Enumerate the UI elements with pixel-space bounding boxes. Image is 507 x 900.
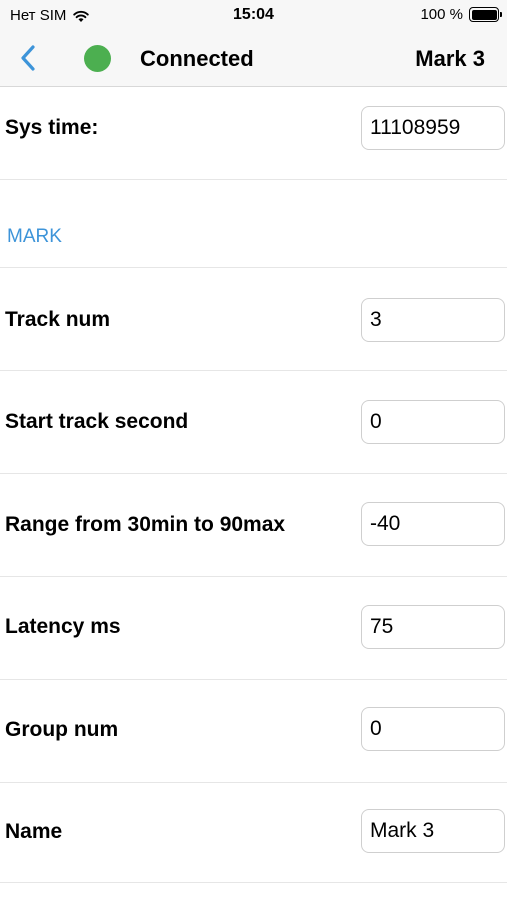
section-header-mark: MARK: [7, 226, 62, 247]
start-track-second-label: Start track second: [5, 410, 189, 433]
latency-row: Latency ms: [0, 577, 507, 680]
start-track-second-field[interactable]: [361, 400, 505, 444]
screen: Нет SIM 15:04 100 % Connected Mark 3 Sys…: [0, 0, 507, 900]
chevron-left-icon: [21, 45, 35, 71]
connection-status-label: Connected: [140, 46, 254, 71]
start-track-second-row: Start track second: [0, 371, 507, 474]
name-label: Name: [5, 820, 63, 843]
track-num-field[interactable]: [361, 298, 505, 342]
track-num-label: Track num: [5, 308, 111, 331]
latency-label: Latency ms: [5, 615, 121, 638]
page-title: Mark 3: [415, 46, 485, 71]
range-row: Range from 30min to 90max: [0, 474, 507, 577]
sys-time-field[interactable]: [361, 106, 505, 150]
back-button[interactable]: [12, 42, 44, 74]
connection-status-dot: [84, 45, 111, 72]
battery-indicator: 100 %: [420, 6, 502, 23]
battery-icon: [469, 7, 502, 22]
range-field[interactable]: [361, 502, 505, 546]
name-row: Name: [0, 783, 507, 883]
name-field[interactable]: [361, 809, 505, 853]
group-num-row: Group num: [0, 680, 507, 783]
group-num-field[interactable]: [361, 707, 505, 751]
sys-time-label: Sys time:: [5, 116, 99, 139]
section-header-row: [0, 180, 507, 268]
battery-percent: 100 %: [420, 6, 463, 23]
group-num-label: Group num: [5, 718, 119, 741]
status-bar: Нет SIM 15:04 100 %: [0, 0, 507, 30]
range-label: Range from 30min to 90max: [5, 513, 286, 536]
latency-field[interactable]: [361, 605, 505, 649]
sys-time-row: Sys time:: [0, 87, 507, 180]
track-num-row: Track num: [0, 268, 507, 371]
nav-bar: Connected Mark 3: [0, 30, 507, 87]
